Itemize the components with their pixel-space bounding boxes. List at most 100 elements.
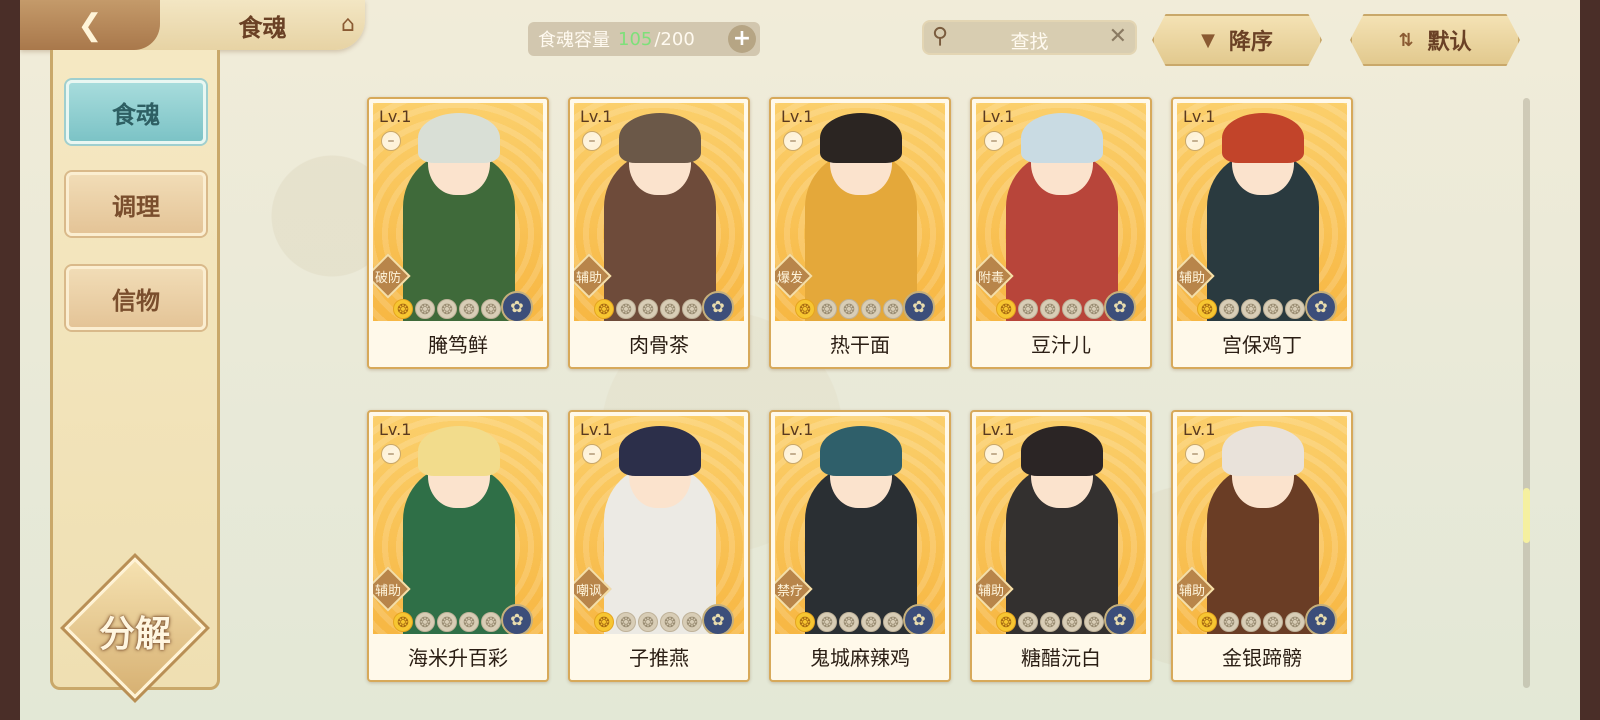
star-rating: ❂ ❂ ❂ ❂ ❂ [594, 299, 702, 319]
character-portrait: Lv.1 – 辅助 ❂ ❂ ❂ ❂ ❂ ✿ [373, 416, 543, 634]
header-bar: ❮ 食魂 ⌂ [20, 0, 365, 50]
star-rating: ❂ ❂ ❂ ❂ ❂ [996, 299, 1104, 319]
star-rating: ❂ ❂ ❂ ❂ ❂ [1197, 299, 1305, 319]
star-icon: ❂ [861, 612, 881, 632]
flower-element-icon: ✿ [1305, 291, 1337, 321]
character-portrait: Lv.1 – 禁疗 ❂ ❂ ❂ ❂ ❂ ✿ [775, 416, 945, 634]
role-label: 破防 [374, 271, 401, 286]
lock-icon[interactable]: – [381, 131, 401, 151]
star-icon: ❂ [1062, 299, 1082, 319]
flower-element-icon: ✿ [1104, 604, 1136, 634]
star-rating: ❂ ❂ ❂ ❂ ❂ [393, 299, 501, 319]
back-button[interactable]: ❮ [20, 0, 160, 50]
sidebar-item-food-soul[interactable]: 食魂 [66, 80, 206, 144]
search-input[interactable]: ⚲ 查找 ✕ [922, 20, 1137, 55]
sidebar: 食魂 调理 信物 分解 [50, 50, 220, 699]
lock-icon[interactable]: – [783, 444, 803, 464]
character-portrait: Lv.1 – 爆发 ❂ ❂ ❂ ❂ ❂ ✿ [775, 103, 945, 321]
decompose-label[interactable]: 分解 [75, 605, 195, 657]
flower-element-icon: ✿ [903, 291, 935, 321]
star-icon: ❂ [1018, 299, 1038, 319]
character-hair [619, 113, 701, 163]
character-portrait: Lv.1 – 辅助 ❂ ❂ ❂ ❂ ❂ ✿ [976, 416, 1146, 634]
role-badge: 嘲讽 [574, 566, 612, 612]
star-icon: ❂ [1018, 612, 1038, 632]
default-sort-button[interactable]: ⇅ 默认 [1350, 14, 1520, 66]
character-portrait: Lv.1 – 辅助 ❂ ❂ ❂ ❂ ❂ ✿ [1177, 416, 1347, 634]
star-icon: ❂ [1263, 299, 1283, 319]
card-level: Lv.1 [982, 420, 1015, 439]
lock-icon[interactable]: – [381, 444, 401, 464]
star-icon: ❂ [1241, 299, 1261, 319]
descending-sort-button[interactable]: ▼ 降序 [1152, 14, 1322, 66]
role-badge: 辅助 [574, 253, 612, 299]
star-icon: ❂ [795, 299, 815, 319]
food-soul-card[interactable]: Lv.1 – 辅助 ❂ ❂ ❂ ❂ ❂ ✿ 糖醋沅白 [970, 410, 1152, 682]
star-icon: ❂ [1285, 612, 1305, 632]
lock-icon[interactable]: – [984, 444, 1004, 464]
sort-arrows-icon: ⇅ [1398, 29, 1414, 51]
food-soul-card[interactable]: Lv.1 – 辅助 ❂ ❂ ❂ ❂ ❂ ✿ 金银蹄髈 [1171, 410, 1353, 682]
food-soul-card[interactable]: Lv.1 – 附毒 ❂ ❂ ❂ ❂ ❂ ✿ 豆汁儿 [970, 97, 1152, 369]
character-hair [820, 426, 902, 476]
card-name: 腌笃鲜 [428, 333, 488, 357]
star-icon: ❂ [616, 299, 636, 319]
card-level: Lv.1 [1183, 420, 1216, 439]
sidebar-item-token[interactable]: 信物 [66, 266, 206, 330]
lock-icon[interactable]: – [1185, 131, 1205, 151]
role-badge: 辅助 [373, 566, 411, 612]
food-soul-card[interactable]: Lv.1 – 爆发 ❂ ❂ ❂ ❂ ❂ ✿ 热干面 [769, 97, 951, 369]
card-name: 子推燕 [629, 646, 689, 670]
page-title: 食魂 [238, 12, 287, 42]
add-capacity-button[interactable]: + [728, 25, 756, 53]
star-icon: ❂ [996, 299, 1016, 319]
role-label: 辅助 [1178, 584, 1205, 599]
star-rating: ❂ ❂ ❂ ❂ ❂ [996, 612, 1104, 632]
lock-icon[interactable]: – [582, 444, 602, 464]
food-soul-card[interactable]: Lv.1 – 破防 ❂ ❂ ❂ ❂ ❂ ✿ 腌笃鲜 [367, 97, 549, 369]
lock-icon[interactable]: – [1185, 444, 1205, 464]
food-soul-card[interactable]: Lv.1 – 嘲讽 ❂ ❂ ❂ ❂ ❂ ✿ 子推燕 [568, 410, 750, 682]
food-soul-card[interactable]: Lv.1 – 辅助 ❂ ❂ ❂ ❂ ❂ ✿ 海米升百彩 [367, 410, 549, 682]
lock-icon[interactable]: – [984, 131, 1004, 151]
scrollbar[interactable] [1523, 98, 1530, 688]
clear-icon[interactable]: ✕ [1109, 24, 1127, 49]
card-level: Lv.1 [1183, 107, 1216, 126]
card-level: Lv.1 [781, 420, 814, 439]
flower-element-icon: ✿ [1305, 604, 1337, 634]
food-soul-card[interactable]: Lv.1 – 禁疗 ❂ ❂ ❂ ❂ ❂ ✿ 鬼城麻辣鸡 [769, 410, 951, 682]
star-icon: ❂ [1241, 612, 1261, 632]
sidebar-item-conditioning[interactable]: 调理 [66, 172, 206, 236]
star-icon: ❂ [883, 612, 903, 632]
star-icon: ❂ [1197, 299, 1217, 319]
star-icon: ❂ [682, 299, 702, 319]
scrollbar-thumb[interactable] [1523, 488, 1530, 543]
role-badge: 辅助 [1177, 566, 1215, 612]
pavilion-icon[interactable]: ⌂ [333, 10, 363, 40]
flower-element-icon: ✿ [702, 604, 734, 634]
star-icon: ❂ [437, 299, 457, 319]
lock-icon[interactable]: – [582, 131, 602, 151]
card-name: 热干面 [830, 333, 890, 357]
star-icon: ❂ [660, 612, 680, 632]
lock-icon[interactable]: – [783, 131, 803, 151]
role-label: 嘲讽 [575, 584, 602, 599]
card-name: 肉骨茶 [629, 333, 689, 357]
character-hair [1021, 426, 1103, 476]
star-rating: ❂ ❂ ❂ ❂ ❂ [795, 612, 903, 632]
star-icon: ❂ [459, 299, 479, 319]
food-soul-card[interactable]: Lv.1 – 辅助 ❂ ❂ ❂ ❂ ❂ ✿ 宫保鸡丁 [1171, 97, 1353, 369]
food-soul-card[interactable]: Lv.1 – 辅助 ❂ ❂ ❂ ❂ ❂ ✿ 肉骨茶 [568, 97, 750, 369]
card-name: 糖醋沅白 [1021, 646, 1101, 670]
default-label: 默认 [1427, 30, 1472, 55]
character-portrait: Lv.1 – 辅助 ❂ ❂ ❂ ❂ ❂ ✿ [1177, 103, 1347, 321]
character-portrait: Lv.1 – 破防 ❂ ❂ ❂ ❂ ❂ ✿ [373, 103, 543, 321]
star-icon: ❂ [437, 612, 457, 632]
role-label: 附毒 [977, 271, 1004, 286]
star-icon: ❂ [1285, 299, 1305, 319]
star-icon: ❂ [638, 612, 658, 632]
star-icon: ❂ [883, 299, 903, 319]
card-name: 豆汁儿 [1031, 333, 1091, 357]
character-hair [1021, 113, 1103, 163]
star-rating: ❂ ❂ ❂ ❂ ❂ [795, 299, 903, 319]
